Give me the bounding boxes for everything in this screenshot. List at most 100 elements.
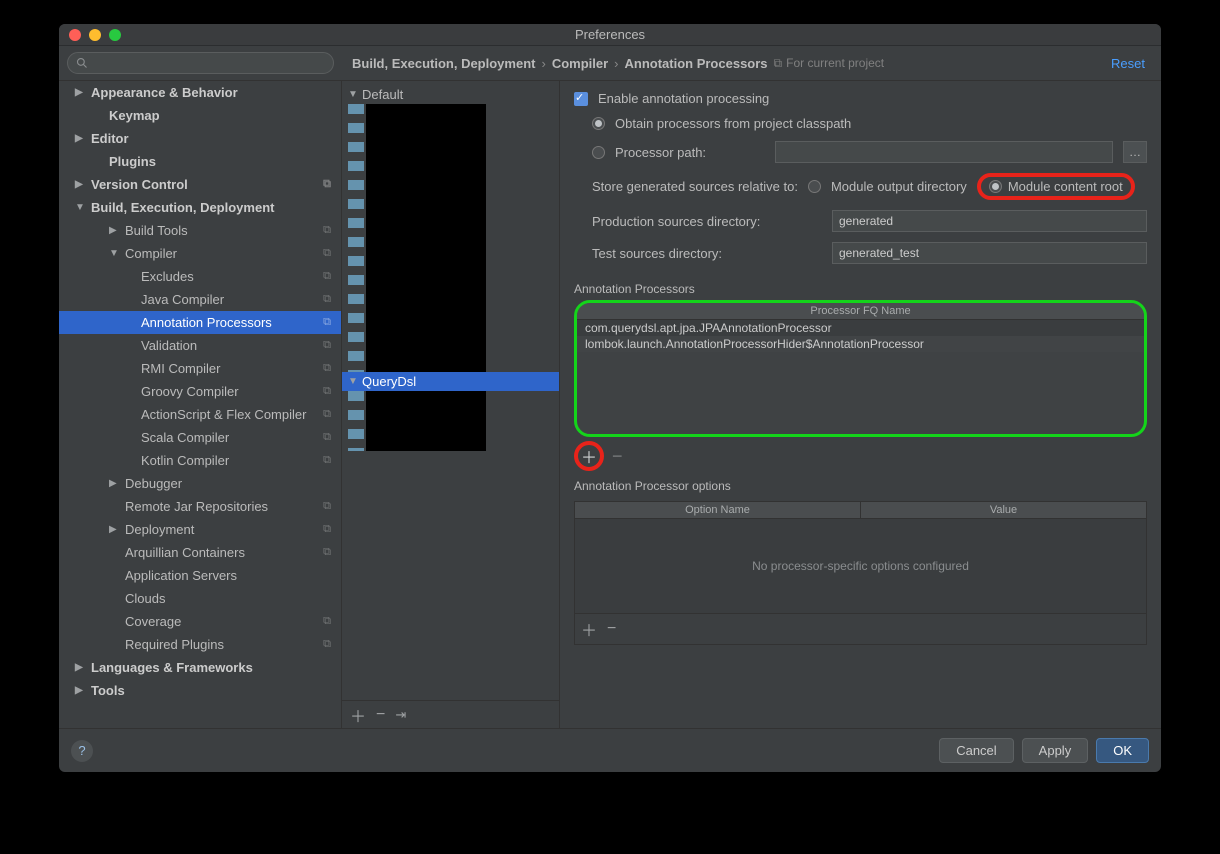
- options-empty-text: No processor-specific options configured: [575, 519, 1146, 613]
- sidebar-item-java-compiler[interactable]: Java Compiler⧉: [59, 288, 341, 311]
- sidebar-item-tools[interactable]: ▶Tools: [59, 679, 341, 702]
- project-scope-icon: ⧉: [323, 454, 331, 467]
- processor-row[interactable]: lombok.launch.AnnotationProcessorHider$A…: [577, 336, 1144, 352]
- sidebar-item-deployment[interactable]: ▶Deployment⧉: [59, 518, 341, 541]
- top-row: Build, Execution, Deployment › Compiler …: [59, 46, 1161, 81]
- chevron-down-icon: ▼: [75, 202, 87, 213]
- add-profile-icon[interactable]: ＋: [350, 703, 366, 727]
- sidebar-item-editor[interactable]: ▶Editor: [59, 127, 341, 150]
- chevron-right-icon: ▶: [109, 478, 121, 489]
- sidebar-item-rmi-compiler[interactable]: RMI Compiler⧉: [59, 357, 341, 380]
- processor-row[interactable]: com.querydsl.apt.jpa.JPAAnnotationProces…: [577, 320, 1144, 336]
- project-scope-icon: ⧉: [323, 224, 331, 237]
- add-option-button[interactable]: ＋: [581, 617, 597, 641]
- sidebar-item-clouds[interactable]: Clouds: [59, 587, 341, 610]
- project-scope-icon: ⧉: [323, 523, 331, 536]
- project-scope-icon: ⧉: [323, 247, 331, 260]
- chevron-right-icon: ▶: [75, 662, 87, 673]
- sidebar-item-debugger[interactable]: ▶Debugger: [59, 472, 341, 495]
- sidebar-item-annotation-processors[interactable]: Annotation Processors⧉: [59, 311, 341, 334]
- sidebar-item-plugins[interactable]: Plugins: [59, 150, 341, 173]
- project-scope-icon: ⧉: [323, 339, 331, 352]
- sidebar-item-excludes[interactable]: Excludes⧉: [59, 265, 341, 288]
- profile-panel: ▼ Default ▼ QueryDsl ＋ − ⇥: [342, 81, 560, 728]
- sidebar-item-scala-compiler[interactable]: Scala Compiler⧉: [59, 426, 341, 449]
- project-icon: ⧉: [774, 56, 783, 71]
- project-scope-icon: ⧉: [323, 178, 331, 191]
- sidebar-item-application-servers[interactable]: Application Servers: [59, 564, 341, 587]
- profile-toolbar: ＋ − ⇥: [342, 700, 559, 728]
- project-scope-icon: ⧉: [323, 385, 331, 398]
- enable-label: Enable annotation processing: [598, 91, 769, 106]
- prod-sources-label: Production sources directory:: [592, 214, 822, 229]
- search-input[interactable]: [94, 56, 325, 70]
- category-tree[interactable]: ▶Appearance & BehaviorKeymap▶EditorPlugi…: [59, 81, 342, 728]
- apply-button[interactable]: Apply: [1022, 738, 1089, 763]
- window-title: Preferences: [59, 27, 1161, 42]
- highlight-module-content-root: Module content root: [977, 173, 1135, 200]
- remove-option-button[interactable]: −: [607, 620, 616, 638]
- move-to-icon[interactable]: ⇥: [395, 707, 406, 723]
- sidebar-item-build-tools[interactable]: ▶Build Tools⧉: [59, 219, 341, 242]
- sidebar-item-kotlin-compiler[interactable]: Kotlin Compiler⧉: [59, 449, 341, 472]
- sidebar-item-remote-jar-repositories[interactable]: Remote Jar Repositories⧉: [59, 495, 341, 518]
- sidebar-item-arquillian-containers[interactable]: Arquillian Containers⧉: [59, 541, 341, 564]
- scope-indicator: ⧉ For current project: [774, 56, 885, 71]
- chevron-right-icon: ›: [541, 56, 545, 71]
- module-output-radio[interactable]: [808, 180, 821, 193]
- processors-table: Processor FQ Name com.querydsl.apt.jpa.J…: [574, 300, 1147, 437]
- titlebar: Preferences: [59, 24, 1161, 46]
- sidebar-item-validation[interactable]: Validation⧉: [59, 334, 341, 357]
- obtain-from-classpath-radio[interactable]: [592, 117, 605, 130]
- help-button[interactable]: ?: [71, 740, 93, 762]
- sidebar-item-languages-frameworks[interactable]: ▶Languages & Frameworks: [59, 656, 341, 679]
- test-sources-input[interactable]: [832, 242, 1147, 264]
- sidebar-item-compiler[interactable]: ▼Compiler⧉: [59, 242, 341, 265]
- options-table: Option Name Value No processor-specific …: [574, 501, 1147, 614]
- project-scope-icon: ⧉: [323, 431, 331, 444]
- chevron-right-icon: ▶: [75, 179, 87, 190]
- search-icon: [76, 57, 88, 69]
- sidebar-item-groovy-compiler[interactable]: Groovy Compiler⧉: [59, 380, 341, 403]
- sidebar-item-actionscript-flex-compiler[interactable]: ActionScript & Flex Compiler⧉: [59, 403, 341, 426]
- option-value-column: Value: [861, 502, 1146, 518]
- processor-path-input[interactable]: [775, 141, 1113, 163]
- option-name-column: Option Name: [575, 502, 861, 518]
- chevron-right-icon: ▶: [75, 87, 87, 98]
- preferences-window: Preferences Build, Execution, Deployment…: [59, 24, 1161, 772]
- cancel-button[interactable]: Cancel: [939, 738, 1013, 763]
- sidebar-item-required-plugins[interactable]: Required Plugins⧉: [59, 633, 341, 656]
- redacted-module-list: [366, 104, 486, 372]
- project-scope-icon: ⧉: [323, 615, 331, 628]
- prod-sources-input[interactable]: [832, 210, 1147, 232]
- sidebar-item-version-control[interactable]: ▶Version Control⧉: [59, 173, 341, 196]
- reset-link[interactable]: Reset: [1111, 56, 1145, 71]
- processors-column-header: Processor FQ Name: [577, 303, 1144, 320]
- project-scope-icon: ⧉: [323, 500, 331, 513]
- module-content-root-radio[interactable]: [989, 180, 1002, 193]
- processor-path-radio[interactable]: [592, 146, 605, 159]
- sidebar-item-coverage[interactable]: Coverage⧉: [59, 610, 341, 633]
- processors-heading: Annotation Processors: [574, 282, 1147, 296]
- search-input-wrapper[interactable]: [67, 52, 334, 74]
- chevron-right-icon: ▶: [75, 133, 87, 144]
- browse-button[interactable]: …: [1123, 141, 1147, 163]
- chevron-right-icon: ›: [614, 56, 618, 71]
- enable-annotation-processing-checkbox[interactable]: [574, 92, 588, 106]
- store-relative-label: Store generated sources relative to:: [592, 179, 798, 194]
- redacted-module-list: [366, 391, 486, 451]
- chevron-right-icon: ▶: [109, 225, 121, 236]
- sidebar-item-keymap[interactable]: Keymap: [59, 104, 341, 127]
- sidebar-item-appearance-behavior[interactable]: ▶Appearance & Behavior: [59, 81, 341, 104]
- profile-tree[interactable]: ▼ Default ▼ QueryDsl: [342, 81, 559, 700]
- ok-button[interactable]: OK: [1096, 738, 1149, 763]
- project-scope-icon: ⧉: [323, 293, 331, 306]
- chevron-right-icon: ▶: [109, 524, 121, 535]
- profile-querydsl[interactable]: ▼ QueryDsl: [342, 372, 559, 391]
- sidebar-item-build-execution-deployment[interactable]: ▼Build, Execution, Deployment: [59, 196, 341, 219]
- profile-default[interactable]: ▼ Default: [342, 85, 559, 104]
- remove-profile-icon[interactable]: −: [376, 706, 385, 724]
- remove-processor-button[interactable]: −: [612, 446, 623, 467]
- add-processor-button[interactable]: ＋: [574, 441, 604, 471]
- project-scope-icon: ⧉: [323, 270, 331, 283]
